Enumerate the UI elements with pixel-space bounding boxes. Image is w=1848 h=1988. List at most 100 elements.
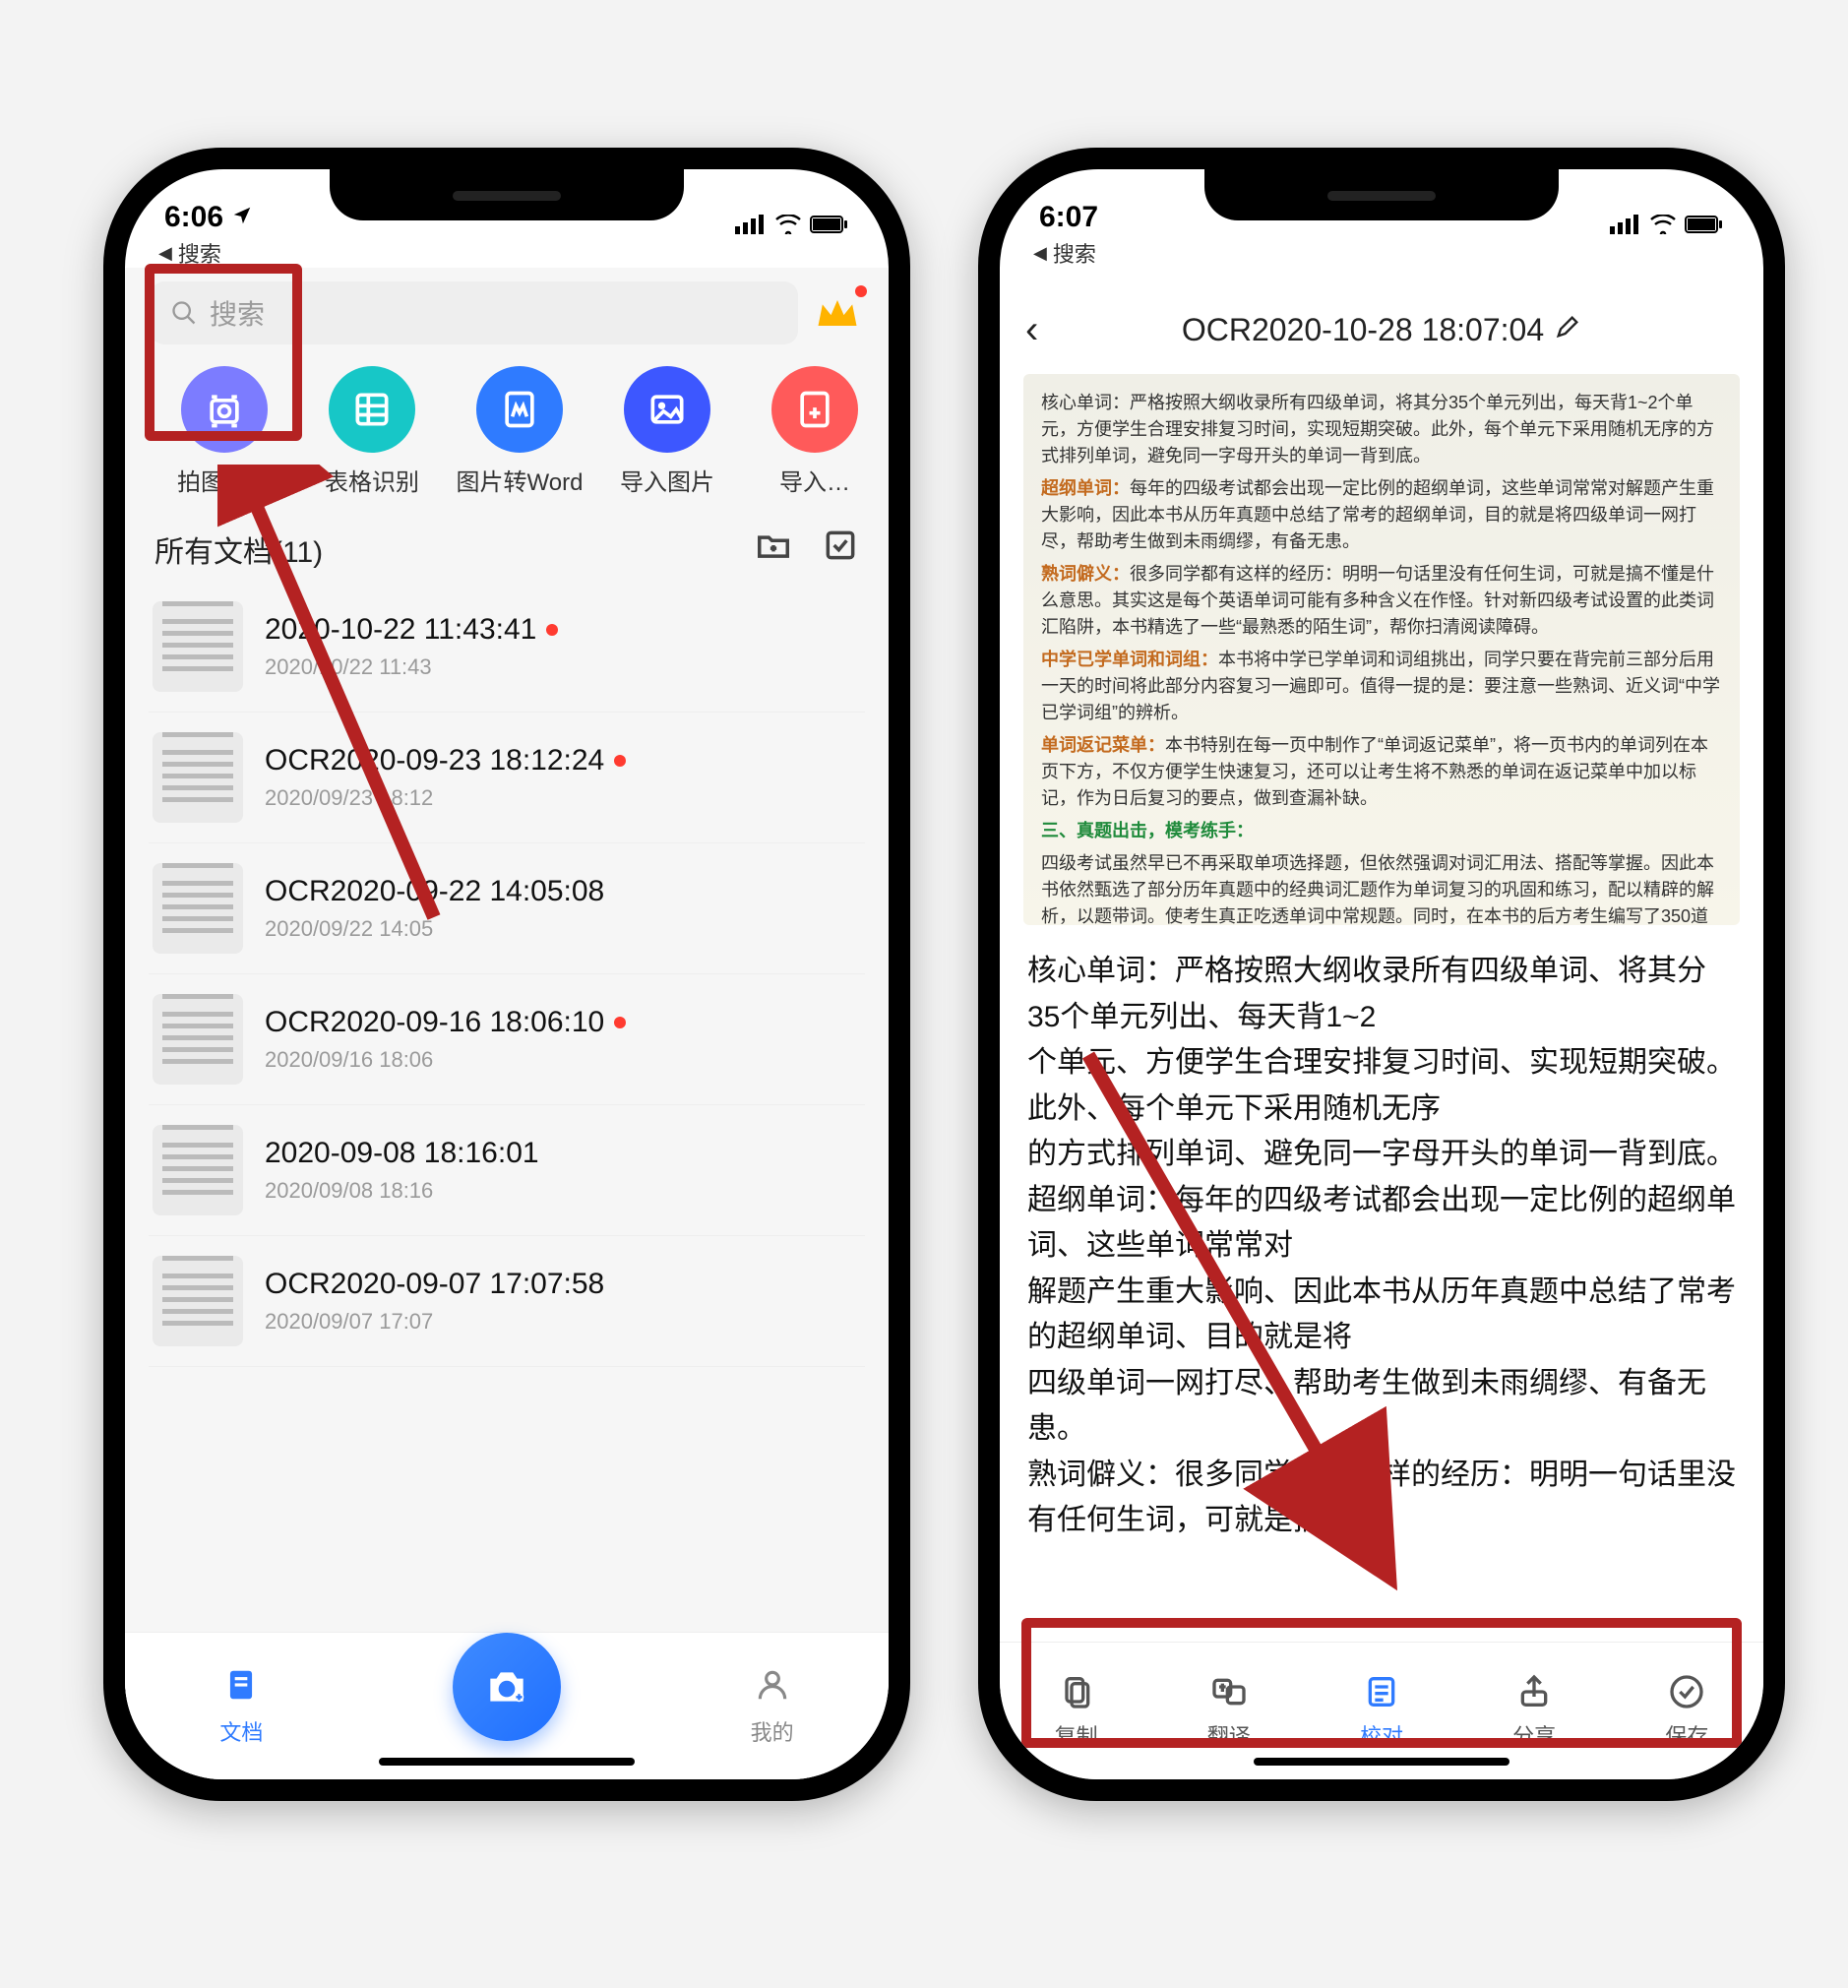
document-item[interactable]: OCR2020-09-22 14:05:08 2020/09/22 14:05 <box>149 843 865 974</box>
share-icon <box>1514 1672 1554 1711</box>
back-chevron-icon: ◀ <box>158 243 172 264</box>
document-title: 2020-10-22 11:43:41 <box>265 613 558 647</box>
tool-import-img[interactable]: 导入图片 <box>593 366 741 497</box>
document-date: 2020/10/22 11:43 <box>265 654 558 680</box>
tab-documents[interactable]: 文档 <box>219 1666 263 1747</box>
document-thumbnail <box>153 994 243 1085</box>
document-item[interactable]: OCR2020-09-16 18:06:102020/09/16 18:06 <box>149 974 865 1105</box>
document-thumbnail <box>153 1125 243 1215</box>
toolbar-label: 复制 <box>1055 1719 1098 1751</box>
document-title: OCR2020-09-07 17:07:58 <box>265 1268 604 1301</box>
document-thumbnail <box>153 863 243 954</box>
toolbar-save-button[interactable]: 保存 <box>1665 1672 1708 1751</box>
document-title: 2020-09-08 18:16:01 <box>265 1137 539 1170</box>
camera-fab-button[interactable] <box>453 1633 561 1741</box>
tool-img-to-word[interactable]: 图片转Word <box>446 366 593 497</box>
home-indicator <box>379 1758 635 1766</box>
document-date: 2020/09/23 18:12 <box>265 785 626 811</box>
back-button[interactable]: ‹ <box>1025 308 1038 352</box>
import-img-icon <box>624 366 710 453</box>
back-to-search-label: 搜索 <box>1053 237 1096 269</box>
tab-me[interactable]: 我的 <box>751 1666 794 1747</box>
notification-dot <box>855 285 867 297</box>
battery-icon <box>810 215 849 234</box>
wifi-icon <box>774 215 802 234</box>
preview-line: 三、真题出击，模考练手： <box>1041 818 1722 844</box>
tool-table-ocr[interactable]: 表格识别 <box>298 366 446 497</box>
document-item[interactable]: 2020-09-08 18:16:012020/09/08 18:16 <box>149 1105 865 1236</box>
preview-line: 超纲单词：每年的四级考试都会出现一定比例的超纲单词，这些单词常常对解题产生重大影… <box>1041 475 1722 555</box>
preview-line: 熟词僻义：很多同学都有这样的经历：明明一句话里没有任何生词，可就是搞不懂是什么意… <box>1041 561 1722 641</box>
document-item[interactable]: 2020-10-22 11:43:41 2020/10/22 11:43 <box>149 582 865 713</box>
ocr-line: 超纲单词：每年的四级考试都会出现一定比例的超纲单词、这些单词常常对 <box>1027 1178 1736 1270</box>
ocr-line: 的方式排列单词、避免同一字母开头的单词一背到底。 <box>1027 1132 1736 1178</box>
tab-me-label: 我的 <box>751 1715 794 1747</box>
multi-select-button[interactable] <box>822 527 859 572</box>
back-to-search-link[interactable]: ◀ 搜索 <box>125 238 889 268</box>
document-item[interactable]: OCR2020-09-23 18:12:242020/09/23 18:12 <box>149 713 865 843</box>
document-date: 2020/09/22 14:05 <box>265 916 604 942</box>
tool-label: 拍图识字 <box>177 463 272 497</box>
import-more-icon <box>771 366 858 453</box>
back-chevron-icon: ◀ <box>1033 243 1047 264</box>
crown-vip-button[interactable] <box>812 287 863 339</box>
preview-line: 单词返记菜单：本书特别在每一页中制作了“单词返记菜单”，将一页书内的单词列在本页… <box>1041 732 1722 812</box>
status-time: 6:06 <box>164 201 223 234</box>
person-icon <box>754 1666 791 1709</box>
cellular-icon <box>735 215 767 234</box>
table-ocr-icon <box>329 366 415 453</box>
preview-line: 核心单词：严格按照大纲收录所有四级单词，将其分35个单元列出，每天背1~2个单元… <box>1041 390 1722 469</box>
toolbar-label: 分享 <box>1512 1719 1556 1751</box>
back-to-search-label: 搜索 <box>178 237 221 269</box>
toolbar-translate-button[interactable]: 翻译 <box>1207 1672 1251 1751</box>
document-title: OCR2020-09-22 14:05:08 <box>265 875 604 908</box>
search-icon <box>170 299 198 327</box>
notch <box>330 169 684 220</box>
section-title: 所有文档(11) <box>154 528 323 571</box>
ocr-text-output[interactable]: 核心单词：严格按照大纲收录所有四级单词、将其分35个单元列出、每天背1~2个单元… <box>1000 939 1763 1702</box>
back-to-search-link[interactable]: ◀ 搜索 <box>1000 238 1763 268</box>
toolbar-copy-button[interactable]: 复制 <box>1055 1672 1098 1751</box>
img-to-word-icon <box>476 366 563 453</box>
preview-line: 中学已学单词和词组：本书将中学已学单词和词组挑出，同学只要在背完前三部分后用一天… <box>1041 647 1722 726</box>
tutorial-image: 6:06 ◀ <box>0 0 1848 1988</box>
search-placeholder: 搜索 <box>210 293 265 333</box>
crown-icon <box>812 287 863 339</box>
home-indicator <box>1254 1758 1509 1766</box>
copy-icon <box>1057 1672 1096 1711</box>
tool-camera-ocr[interactable]: 拍图识字 <box>151 366 298 497</box>
scanned-image-preview[interactable]: 核心单词：严格按照大纲收录所有四级单词，将其分35个单元列出，每天背1~2个单元… <box>1023 374 1740 925</box>
phone-right: 6:07 ◀ 搜索 ‹ OCR2020-10-28 18:07:04 核 <box>978 148 1785 1801</box>
document-list: 2020-10-22 11:43:41 2020/10/22 11:43 OCR20… <box>125 582 889 1367</box>
new-folder-button[interactable] <box>755 527 792 572</box>
notch <box>1204 169 1559 220</box>
search-input[interactable]: 搜索 <box>151 281 798 344</box>
toolbar-share-button[interactable]: 分享 <box>1512 1672 1556 1751</box>
unread-dot <box>614 1017 626 1028</box>
document-thumbnail <box>153 732 243 823</box>
tool-label: 导入… <box>779 463 850 497</box>
preview-line: 四级考试虽然早已不再采取单项选择题，但依然强调对词汇用法、搭配等掌握。因此本书依… <box>1041 850 1722 925</box>
ocr-line: 熟词僻义：很多同学都有这样的经历：明明一句话里没有任何生词，可就是搞 <box>1027 1453 1736 1544</box>
location-icon <box>231 201 253 234</box>
tool-import-more[interactable]: 导入… <box>741 366 889 497</box>
document-icon <box>222 1666 260 1709</box>
toolbar-proof-button[interactable]: 校对 <box>1360 1672 1403 1751</box>
phone-left: 6:06 ◀ <box>103 148 910 1801</box>
camera-icon <box>482 1662 531 1711</box>
page-title: OCR2020-10-28 18:07:04 <box>1182 312 1544 348</box>
document-date: 2020/09/16 18:06 <box>265 1047 626 1073</box>
document-item[interactable]: OCR2020-09-07 17:07:58 2020/09/07 17:07 <box>149 1236 865 1367</box>
translate-icon <box>1209 1672 1249 1711</box>
battery-icon <box>1685 215 1724 234</box>
edit-title-button[interactable] <box>1554 312 1581 348</box>
ocr-line: 个单元、方便学生合理安排复习时间、实现短期突破。此外、每个单元下采用随机无序 <box>1027 1040 1736 1132</box>
status-time: 6:07 <box>1039 201 1098 234</box>
wifi-icon <box>1649 215 1677 234</box>
tab-documents-label: 文档 <box>219 1715 263 1747</box>
tool-label: 导入图片 <box>620 463 714 497</box>
toolbar-label: 校对 <box>1360 1719 1403 1751</box>
document-date: 2020/09/07 17:07 <box>265 1309 604 1335</box>
page-header: ‹ OCR2020-10-28 18:07:04 <box>1000 291 1763 368</box>
toolbar-label: 翻译 <box>1207 1719 1251 1751</box>
